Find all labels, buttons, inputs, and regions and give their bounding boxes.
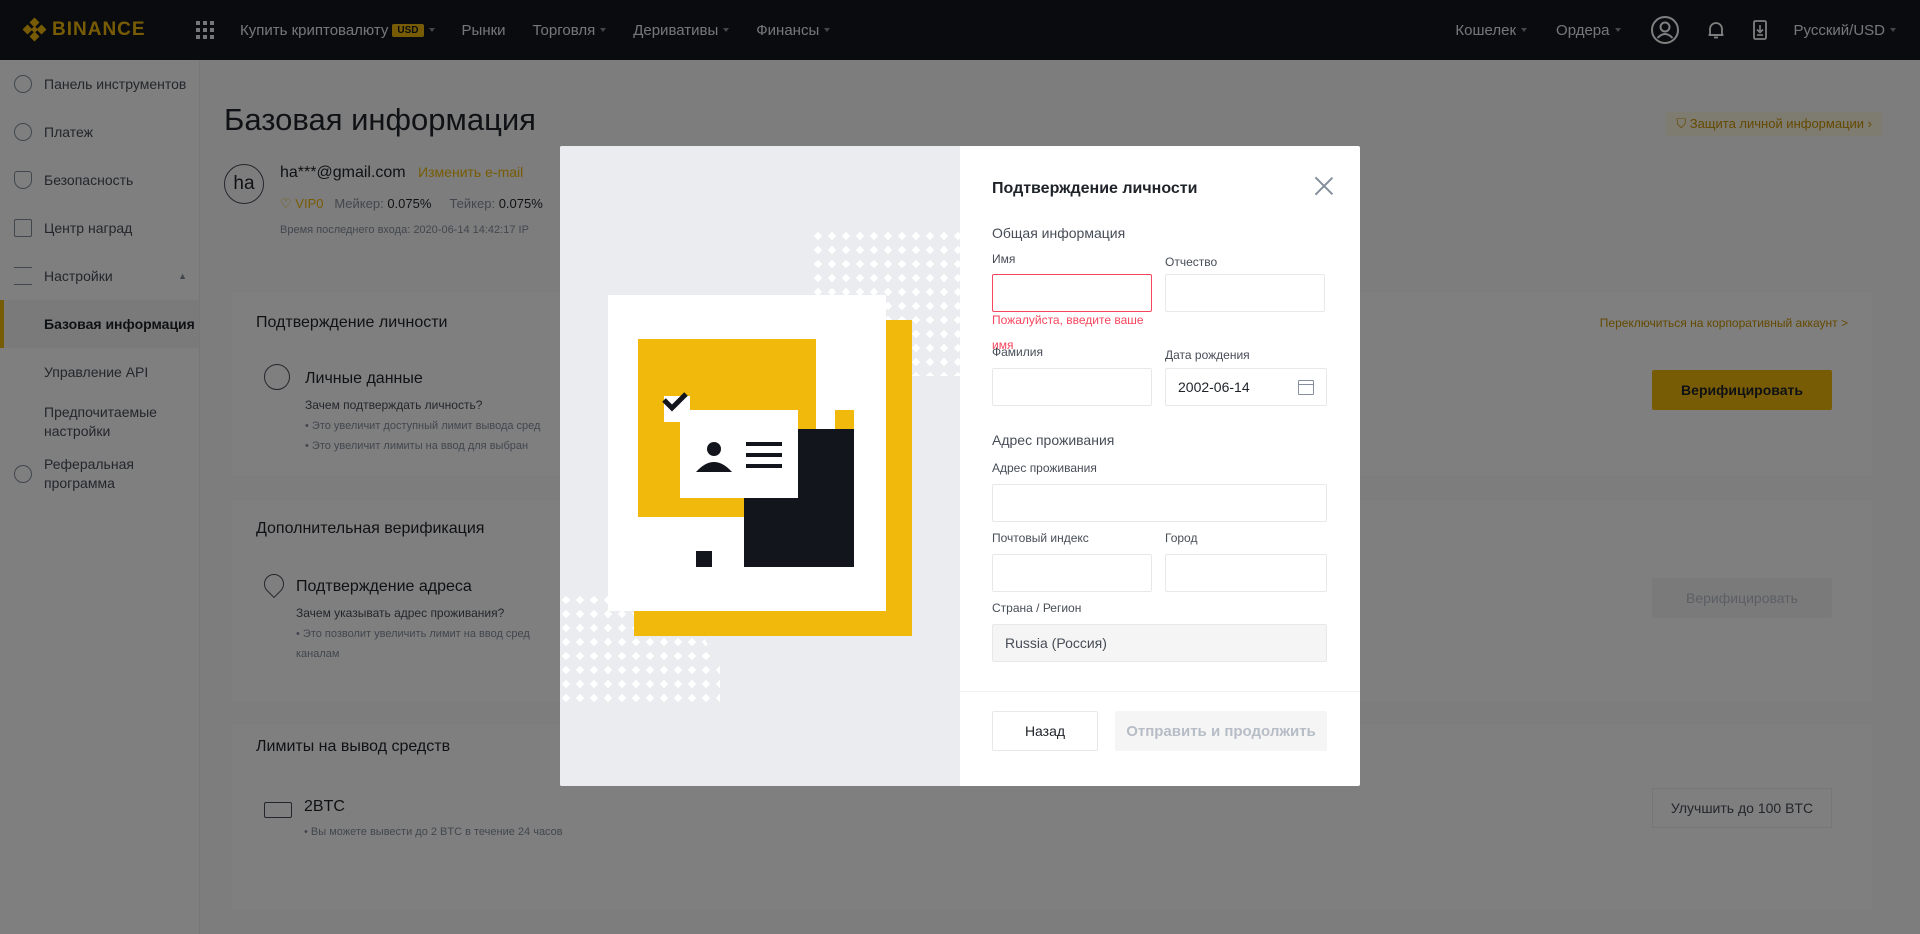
last-name-label: Фамилия bbox=[992, 345, 1043, 359]
modal-illustration bbox=[560, 146, 960, 786]
address-input[interactable] bbox=[992, 484, 1327, 522]
postal-code-label: Почтовый индекс bbox=[992, 531, 1089, 545]
last-name-input[interactable] bbox=[992, 368, 1152, 406]
modal-form: Подтверждение личности Общая информация … bbox=[960, 146, 1360, 786]
id-card-illustration bbox=[560, 226, 960, 706]
address-section: Адрес проживания bbox=[992, 432, 1115, 448]
back-button[interactable]: Назад bbox=[992, 711, 1098, 751]
middle-name-input[interactable] bbox=[1165, 274, 1325, 312]
modal-title: Подтверждение личности bbox=[992, 180, 1198, 197]
city-input[interactable] bbox=[1165, 554, 1327, 592]
identity-verification-modal: Подтверждение личности Общая информация … bbox=[560, 146, 1360, 786]
birth-date-label: Дата рождения bbox=[1165, 348, 1250, 362]
calendar-icon[interactable] bbox=[1298, 380, 1314, 395]
first-name-label: Имя bbox=[992, 252, 1016, 266]
birth-date-input[interactable]: 2002-06-14 bbox=[1165, 368, 1327, 406]
city-label: Город bbox=[1165, 531, 1198, 545]
country-select[interactable]: Russia (Россия) bbox=[992, 624, 1327, 662]
birth-date-value: 2002-06-14 bbox=[1178, 379, 1250, 395]
close-icon[interactable] bbox=[1314, 176, 1334, 196]
middle-name-label: Отчество bbox=[1165, 255, 1218, 269]
country-label: Страна / Регион bbox=[992, 601, 1082, 615]
first-name-input[interactable] bbox=[992, 274, 1152, 312]
general-info-section: Общая информация bbox=[992, 225, 1126, 241]
address-label: Адрес проживания bbox=[992, 461, 1097, 475]
submit-button[interactable]: Отправить и продолжить bbox=[1115, 711, 1327, 751]
postal-code-input[interactable] bbox=[992, 554, 1152, 592]
footer-divider bbox=[960, 691, 1360, 692]
